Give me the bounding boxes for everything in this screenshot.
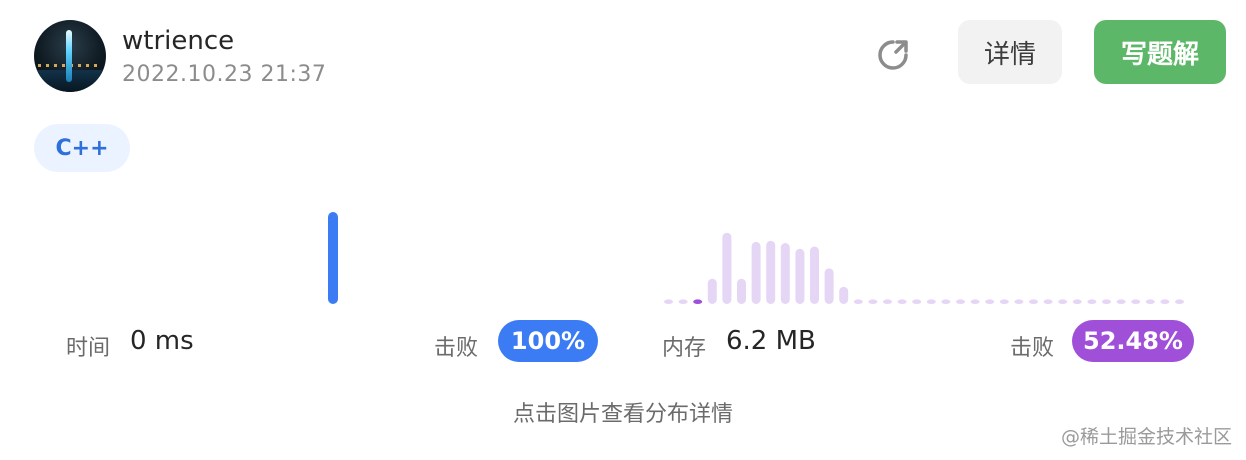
memory-beats-badge: 52.48% xyxy=(1072,320,1194,362)
memory-distribution-bar xyxy=(664,299,673,304)
avatar-beam xyxy=(66,30,72,82)
memory-distribution-bar xyxy=(985,299,995,304)
memory-distribution-bar xyxy=(707,278,717,304)
memory-distribution-bar xyxy=(956,299,965,304)
memory-distribution-bar xyxy=(1145,299,1155,304)
memory-distribution-bar xyxy=(824,268,834,304)
memory-distribution-bar xyxy=(1102,299,1111,304)
memory-distribution-bar xyxy=(722,232,732,304)
memory-distribution-bar xyxy=(693,299,703,304)
distribution-hint[interactable]: 点击图片查看分布详情 xyxy=(0,396,1246,428)
memory-distribution-bar xyxy=(737,278,746,304)
memory-distribution-bar xyxy=(751,241,761,304)
refresh-icon[interactable] xyxy=(872,34,914,76)
memory-distribution-bar xyxy=(1175,299,1184,304)
memory-distribution-bar xyxy=(926,299,936,304)
username[interactable]: wtrience xyxy=(122,26,234,56)
runtime-distribution-bar xyxy=(328,212,338,304)
write-solution-button[interactable]: 写题解 xyxy=(1094,20,1226,84)
language-tag[interactable]: C++ xyxy=(34,124,130,172)
memory-distribution-bar xyxy=(1014,299,1024,304)
memory-distribution-bar xyxy=(853,299,863,304)
memory-distribution-bar xyxy=(780,243,790,304)
runtime-value: 0 ms xyxy=(130,326,194,356)
memory-distribution-bar xyxy=(1087,299,1097,304)
memory-distribution-bar xyxy=(766,240,776,304)
runtime-distribution-chart[interactable] xyxy=(40,200,610,310)
watermark: @稀土掘金技术社区 xyxy=(1060,426,1232,448)
runtime-beats-label: 击败 xyxy=(434,336,479,361)
memory-distribution-bar xyxy=(795,248,805,304)
memory-distribution-chart[interactable] xyxy=(660,200,1200,310)
runtime-label: 时间 xyxy=(66,336,111,361)
submission-timestamp: 2022.10.23 21:37 xyxy=(122,62,327,87)
memory-label: 内存 xyxy=(662,336,707,361)
avatar[interactable] xyxy=(34,20,106,92)
runtime-beats-badge: 100% xyxy=(498,320,598,362)
memory-value: 6.2 MB xyxy=(726,326,816,356)
memory-distribution-bar xyxy=(999,299,1009,304)
memory-distribution-bar xyxy=(1072,299,1082,304)
memory-distribution-bar xyxy=(1029,299,1038,304)
memory-beats-label: 击败 xyxy=(1010,336,1055,361)
memory-distribution-bar xyxy=(810,246,819,304)
memory-distribution-bar xyxy=(941,299,951,304)
memory-distribution-bar xyxy=(868,299,878,304)
memory-distribution-bar xyxy=(1160,299,1170,304)
memory-distribution-bar xyxy=(1116,299,1126,304)
memory-distribution-bar xyxy=(897,299,907,304)
memory-distribution-bar xyxy=(678,299,688,304)
memory-distribution-bar xyxy=(839,286,849,304)
memory-distribution-bar xyxy=(970,299,980,304)
memory-distribution-bar xyxy=(1131,299,1141,304)
detail-button[interactable]: 详情 xyxy=(958,20,1062,84)
memory-distribution-bar xyxy=(883,299,892,304)
memory-distribution-bar xyxy=(1043,299,1053,304)
memory-distribution-bar xyxy=(1058,299,1068,304)
memory-distribution-bar xyxy=(912,299,922,304)
